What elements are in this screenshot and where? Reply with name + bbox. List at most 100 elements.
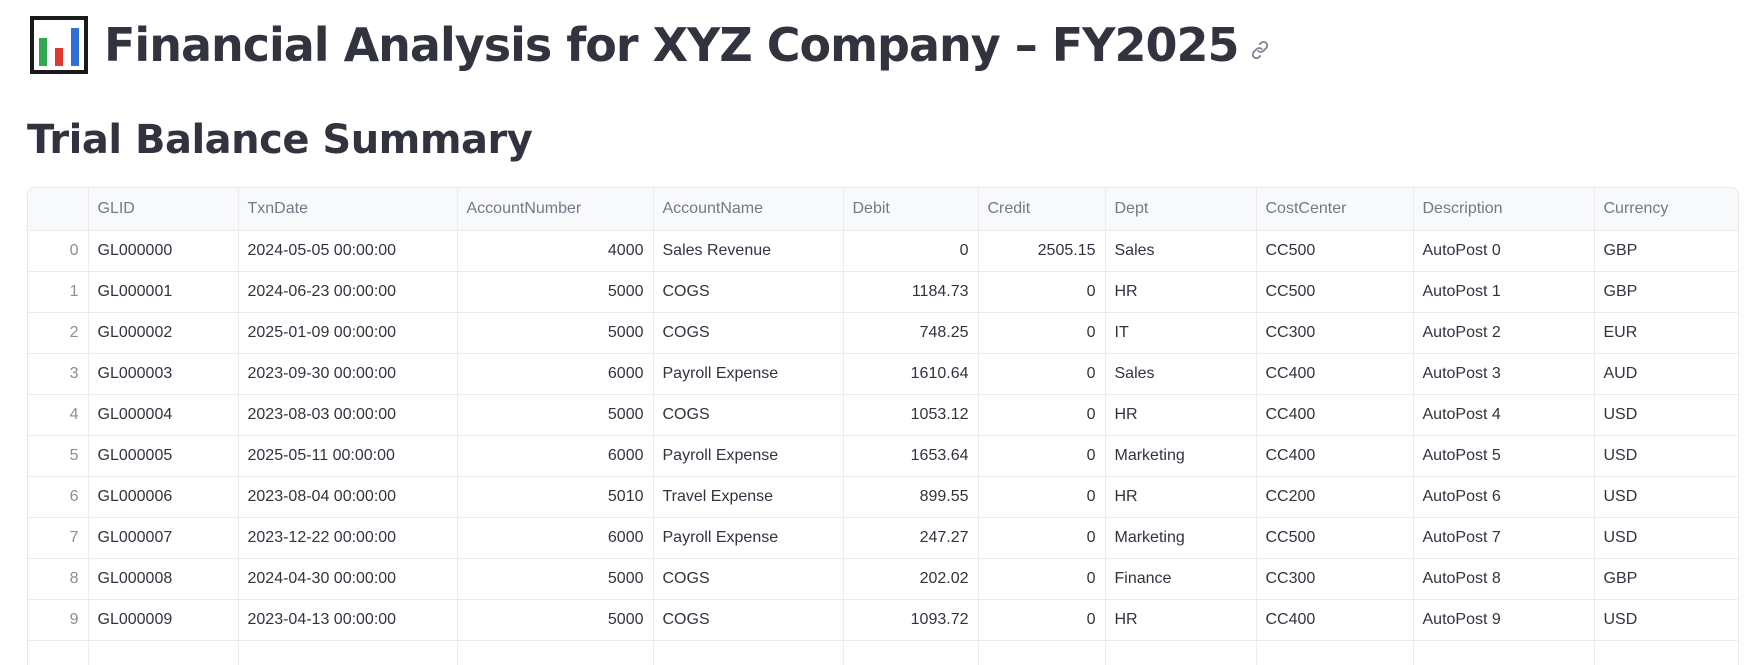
cell-glid[interactable]: GL000008 [88, 558, 239, 600]
cell-dept[interactable]: Sales [1105, 230, 1257, 272]
cell-costcenter[interactable]: CC500 [1256, 271, 1414, 313]
cell-accountnumber[interactable]: 5000 [457, 394, 654, 436]
cell-currency[interactable]: USD [1594, 517, 1738, 559]
column-header-accountname[interactable]: AccountName [653, 188, 844, 231]
cell-accountname[interactable]: Payroll Expense [653, 435, 844, 477]
cell-description[interactable]: AutoPost 0 [1413, 230, 1595, 272]
cell-costcenter[interactable]: CC500 [1256, 230, 1414, 272]
column-header-costcenter[interactable]: CostCenter [1256, 188, 1414, 231]
cell-debit[interactable]: 202.02 [843, 558, 979, 600]
cell-costcenter[interactable]: CC300 [1256, 312, 1414, 354]
cell-accountnumber[interactable]: 5000 [457, 599, 654, 641]
cell-accountname[interactable]: COGS [653, 394, 844, 436]
row-index[interactable]: 6 [28, 476, 89, 518]
cell-costcenter[interactable]: CC200 [1256, 476, 1414, 518]
cell-txndate[interactable]: 2023-08-04 00:00:00 [238, 476, 458, 518]
column-header-currency[interactable]: Currency [1594, 188, 1738, 231]
row-index[interactable]: 4 [28, 394, 89, 436]
cell-credit[interactable]: 0 [978, 517, 1106, 559]
cell-dept[interactable]: Sales [1105, 353, 1257, 395]
cell-accountnumber[interactable]: 5000 [457, 312, 654, 354]
trial-balance-dataframe[interactable]: GLID TxnDate AccountNumber AccountName Debit… [27, 187, 1739, 665]
cell-description[interactable]: AutoPost 1 [1413, 271, 1595, 313]
cell-debit[interactable]: 1653.64 [843, 435, 979, 477]
column-header-description[interactable]: Description [1413, 188, 1595, 231]
cell-description[interactable]: AutoPost 2 [1413, 312, 1595, 354]
cell-currency[interactable]: GBP [1594, 271, 1738, 313]
row-index[interactable]: 2 [28, 312, 89, 354]
cell-currency[interactable]: USD [1594, 394, 1738, 436]
cell-credit[interactable]: 0 [978, 394, 1106, 436]
row-index[interactable]: 0 [28, 230, 89, 272]
cell-glid[interactable]: GL000004 [88, 394, 239, 436]
cell-accountname[interactable]: Payroll Expense [653, 517, 844, 559]
row-index[interactable]: 8 [28, 558, 89, 600]
row-index[interactable]: 1 [28, 271, 89, 313]
row-index[interactable]: 3 [28, 353, 89, 395]
cell-debit[interactable]: 899.55 [843, 476, 979, 518]
cell-accountnumber[interactable]: 5000 [457, 271, 654, 313]
column-header-glid[interactable]: GLID [88, 188, 239, 231]
cell-description[interactable]: AutoPost 3 [1413, 353, 1595, 395]
cell-txndate[interactable]: 2023-04-13 00:00:00 [238, 599, 458, 641]
cell-debit[interactable]: 1610.64 [843, 353, 979, 395]
cell-txndate[interactable]: 2023-08-03 00:00:00 [238, 394, 458, 436]
cell-txndate[interactable]: 2025-05-11 00:00:00 [238, 435, 458, 477]
cell-costcenter[interactable]: CC400 [1256, 394, 1414, 436]
cell-txndate[interactable]: 2024-05-05 00:00:00 [238, 230, 458, 272]
row-index[interactable]: 5 [28, 435, 89, 477]
cell-dept[interactable]: HR [1105, 599, 1257, 641]
cell-description[interactable]: AutoPost 6 [1413, 476, 1595, 518]
cell-glid[interactable]: GL000006 [88, 476, 239, 518]
cell-accountnumber[interactable]: 5000 [457, 558, 654, 600]
cell-txndate[interactable]: 2023-12-22 00:00:00 [238, 517, 458, 559]
link-icon[interactable] [1249, 39, 1271, 61]
cell-accountnumber[interactable]: 6000 [457, 517, 654, 559]
column-header-debit[interactable]: Debit [843, 188, 979, 231]
cell-accountnumber[interactable]: 5010 [457, 476, 654, 518]
cell-costcenter[interactable]: CC300 [1256, 558, 1414, 600]
cell-description[interactable]: AutoPost 7 [1413, 517, 1595, 559]
cell-accountname[interactable]: Payroll Expense [653, 353, 844, 395]
column-header-accountnumber[interactable]: AccountNumber [457, 188, 654, 231]
cell-costcenter[interactable]: CC500 [1256, 517, 1414, 559]
cell-currency[interactable]: USD [1594, 435, 1738, 477]
cell-accountnumber[interactable]: 6000 [457, 435, 654, 477]
column-header-txndate[interactable]: TxnDate [238, 188, 458, 231]
cell-txndate[interactable]: 2025-01-09 00:00:00 [238, 312, 458, 354]
cell-currency[interactable]: GBP [1594, 558, 1738, 600]
cell-dept[interactable]: IT [1105, 312, 1257, 354]
cell-debit[interactable]: 748.25 [843, 312, 979, 354]
cell-description[interactable]: AutoPost 9 [1413, 599, 1595, 641]
cell-accountname[interactable]: Travel Expense [653, 476, 844, 518]
cell-glid[interactable]: GL000002 [88, 312, 239, 354]
cell-glid[interactable]: GL000007 [88, 517, 239, 559]
cell-dept[interactable]: HR [1105, 476, 1257, 518]
cell-accountname[interactable]: Sales Revenue [653, 230, 844, 272]
row-index[interactable]: 9 [28, 599, 89, 641]
cell-glid[interactable]: GL000009 [88, 599, 239, 641]
cell-credit[interactable]: 0 [978, 435, 1106, 477]
cell-accountname[interactable]: COGS [653, 312, 844, 354]
cell-credit[interactable]: 0 [978, 558, 1106, 600]
cell-description[interactable]: AutoPost 4 [1413, 394, 1595, 436]
cell-dept[interactable]: HR [1105, 394, 1257, 436]
cell-credit[interactable]: 0 [978, 271, 1106, 313]
cell-credit[interactable]: 0 [978, 599, 1106, 641]
cell-txndate[interactable]: 2024-04-30 00:00:00 [238, 558, 458, 600]
cell-accountname[interactable]: COGS [653, 271, 844, 313]
cell-costcenter[interactable]: CC400 [1256, 353, 1414, 395]
cell-accountnumber[interactable]: 6000 [457, 353, 654, 395]
cell-credit[interactable]: 0 [978, 312, 1106, 354]
cell-glid[interactable]: GL000001 [88, 271, 239, 313]
cell-currency[interactable]: EUR [1594, 312, 1738, 354]
cell-debit[interactable]: 1053.12 [843, 394, 979, 436]
cell-currency[interactable]: USD [1594, 599, 1738, 641]
row-index[interactable]: 7 [28, 517, 89, 559]
cell-description[interactable]: AutoPost 8 [1413, 558, 1595, 600]
cell-glid[interactable]: GL000003 [88, 353, 239, 395]
cell-accountname[interactable]: COGS [653, 558, 844, 600]
cell-txndate[interactable]: 2024-06-23 00:00:00 [238, 271, 458, 313]
cell-currency[interactable]: AUD [1594, 353, 1738, 395]
cell-description[interactable]: AutoPost 5 [1413, 435, 1595, 477]
